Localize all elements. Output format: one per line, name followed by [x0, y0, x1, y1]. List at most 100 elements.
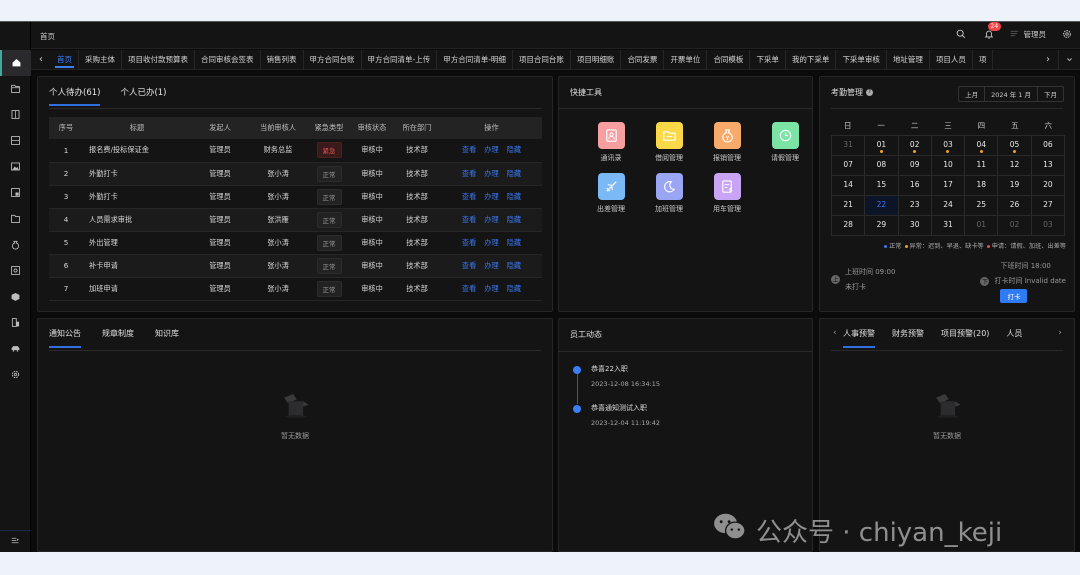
calendar-day[interactable]: 11 [965, 156, 999, 176]
calendar-day[interactable]: 21 [832, 196, 866, 216]
tab-item[interactable]: 项目合同台账 [513, 49, 571, 70]
tab-item[interactable]: 甲方合同台账 [304, 49, 362, 70]
quick-tool-item[interactable]: 报销管理 [698, 122, 756, 163]
calendar-day[interactable]: 17 [931, 176, 966, 196]
breadcrumb[interactable]: 首页 [40, 31, 55, 42]
calendar-day[interactable]: 05 [998, 136, 1032, 156]
calendar-day[interactable]: 20 [1031, 176, 1065, 196]
user-menu[interactable]: 管理员 [1010, 29, 1046, 40]
notification-bell-icon[interactable]: 24 [982, 22, 1002, 41]
calendar-day[interactable]: 27 [1031, 196, 1065, 216]
prev-month-button[interactable]: 上月 [959, 87, 986, 101]
calendar-day[interactable]: 19 [998, 176, 1032, 196]
handle-link[interactable]: 办理 [484, 169, 498, 178]
hide-link[interactable]: 隐藏 [507, 192, 521, 201]
tabs-dropdown-chevron-icon[interactable] [1058, 49, 1080, 70]
sidebar-item-moneybag[interactable] [0, 232, 31, 258]
tabs-next-chevron-icon[interactable]: › [1038, 50, 1058, 70]
calendar-day[interactable]: 15 [865, 176, 899, 196]
calendar-day[interactable]: 12 [998, 156, 1032, 176]
sidebar-item-folder[interactable] [0, 76, 31, 102]
calendar-day[interactable]: 06 [1031, 136, 1065, 156]
calendar-day[interactable]: 03 [931, 136, 966, 156]
tab-personnel-warning[interactable]: 人员 [1006, 328, 1022, 348]
hide-link[interactable]: 隐藏 [507, 215, 521, 224]
handle-link[interactable]: 办理 [484, 238, 498, 247]
view-link[interactable]: 查看 [462, 145, 476, 154]
sidebar-item-building[interactable] [0, 310, 31, 336]
sidebar-item-car[interactable] [0, 336, 31, 362]
tab-item[interactable]: 合同发票 [621, 49, 665, 70]
calendar-day[interactable]: 31 [832, 136, 866, 156]
calendar-day[interactable]: 03 [1031, 216, 1065, 236]
tab-item[interactable]: 项目收付款预算表 [122, 49, 195, 70]
calendar-day[interactable]: 08 [865, 156, 899, 176]
hide-link[interactable]: 隐藏 [507, 238, 521, 247]
calendar-day[interactable]: 23 [898, 196, 932, 216]
calendar-day[interactable]: 16 [898, 176, 932, 196]
handle-link[interactable]: 办理 [484, 215, 498, 224]
help-icon[interactable]: ? [866, 89, 873, 96]
tab-item[interactable]: 我的下采单 [786, 49, 837, 70]
view-link[interactable]: 查看 [462, 261, 476, 270]
settings-gear-icon[interactable] [1060, 27, 1074, 41]
tab-item[interactable]: 甲方合同清单-明细 [437, 49, 513, 70]
calendar-day[interactable]: 30 [898, 216, 932, 236]
view-link[interactable]: 查看 [462, 238, 476, 247]
calendar-day[interactable]: 04 [965, 136, 999, 156]
calendar-day[interactable]: 18 [965, 176, 999, 196]
tab-item[interactable]: 甲方合同清单-上传 [362, 49, 438, 70]
handle-link[interactable]: 办理 [484, 261, 498, 270]
quick-tool-item[interactable]: 加班管理 [640, 173, 698, 214]
tab-regulations[interactable]: 规章制度 [102, 328, 134, 348]
tab-item[interactable]: 开票单位 [664, 49, 708, 70]
hide-link[interactable]: 隐藏 [507, 284, 521, 293]
tab-item[interactable]: 下采单 [750, 49, 786, 70]
tab-item[interactable]: 采购主体 [79, 49, 122, 70]
tab-item[interactable]: 合同模板 [707, 49, 751, 70]
view-link[interactable]: 查看 [462, 215, 476, 224]
calendar-day[interactable]: 31 [931, 216, 966, 236]
quick-tool-item[interactable]: 通讯录 [582, 122, 640, 163]
view-link[interactable]: 查看 [462, 284, 476, 293]
calendar-day[interactable]: 29 [865, 216, 899, 236]
calendar-day[interactable]: 07 [832, 156, 866, 176]
search-icon[interactable] [954, 27, 968, 41]
sidebar-item-gear[interactable] [0, 362, 31, 388]
sidebar-item-report[interactable] [0, 180, 31, 206]
tab-item[interactable]: 项目明细账 [571, 49, 622, 70]
quick-tool-item[interactable]: 借阅管理 [640, 122, 698, 163]
tab-item[interactable]: 销售列表 [261, 49, 304, 70]
tab-personal-todo[interactable]: 个人待办(61) [49, 86, 101, 106]
tabs-prev-chevron-icon[interactable]: ‹ [31, 50, 51, 70]
warnings-next-chevron-icon[interactable]: › [1058, 328, 1062, 338]
calendar-day[interactable]: 22 [865, 196, 899, 216]
handle-link[interactable]: 办理 [484, 192, 498, 201]
view-link[interactable]: 查看 [462, 192, 476, 201]
handle-link[interactable]: 办理 [484, 145, 498, 154]
next-month-button[interactable]: 下月 [1038, 87, 1063, 101]
sidebar-item-book[interactable] [0, 102, 31, 128]
tab-knowledge-base[interactable]: 知识库 [155, 328, 179, 348]
calendar-day[interactable]: 10 [931, 156, 966, 176]
sidebar-item-image[interactable] [0, 154, 31, 180]
view-link[interactable]: 查看 [462, 169, 476, 178]
tab-project-warning[interactable]: 项目预警(20) [941, 328, 989, 348]
calendar-day[interactable]: 14 [832, 176, 866, 196]
sidebar-item-disk[interactable] [0, 258, 31, 284]
hide-link[interactable]: 隐藏 [507, 169, 521, 178]
tab-item[interactable]: 项 [973, 49, 994, 70]
calendar-day[interactable]: 02 [898, 136, 932, 156]
collapse-sidebar-button[interactable] [0, 530, 31, 552]
punch-button[interactable]: 打卡 [1000, 289, 1028, 303]
tab-item[interactable]: 合同审核会签表 [195, 49, 261, 70]
calendar-day[interactable]: 09 [898, 156, 932, 176]
quick-tool-item[interactable]: 请假管理 [756, 122, 814, 163]
tab-item[interactable]: 下采单审核 [836, 49, 887, 70]
sidebar-item-list[interactable] [0, 128, 31, 154]
tab-hr-warning[interactable]: 人事预警 [843, 328, 875, 348]
tab-finance-warning[interactable]: 财务预警 [892, 328, 924, 348]
handle-link[interactable]: 办理 [484, 284, 498, 293]
calendar-day[interactable]: 24 [931, 196, 966, 216]
calendar-day[interactable]: 28 [832, 216, 866, 236]
